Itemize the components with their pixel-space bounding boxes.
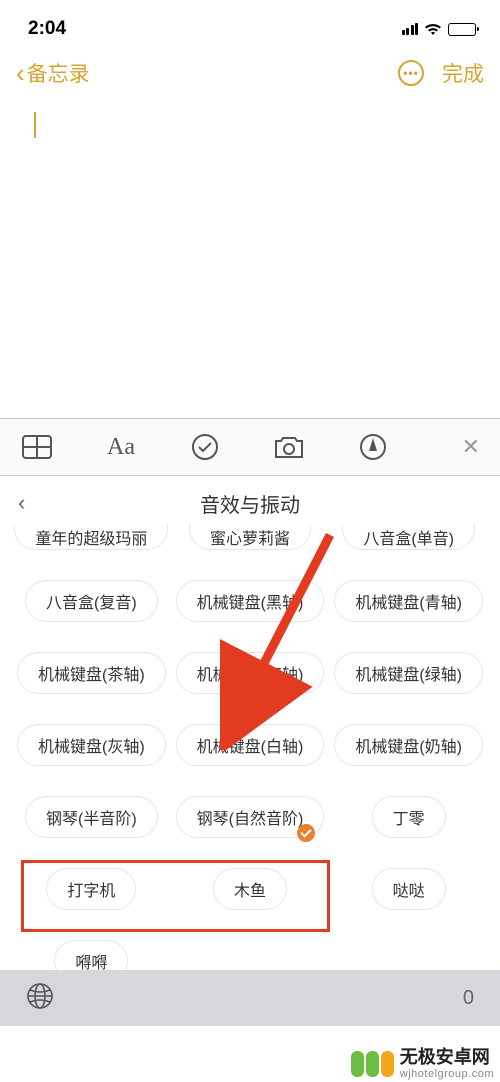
watermark-name: 无极安卓网 bbox=[400, 1048, 494, 1068]
panel-back-button[interactable]: ‹ bbox=[18, 490, 25, 516]
camera-icon[interactable] bbox=[272, 430, 306, 464]
sound-chip[interactable]: 机械键盘(灰轴) bbox=[17, 724, 166, 766]
sound-chip[interactable]: 机械键盘(黑轴) bbox=[176, 580, 325, 622]
sound-chip[interactable]: 机械键盘(红轴) bbox=[176, 652, 325, 694]
sound-chip[interactable]: 机械键盘(绿轴) bbox=[334, 652, 483, 694]
battery-icon bbox=[448, 23, 476, 36]
wifi-icon bbox=[424, 22, 442, 36]
sound-chip[interactable]: 木鱼 bbox=[213, 868, 287, 910]
close-toolbar-icon[interactable]: ✕ bbox=[462, 434, 480, 460]
back-label: 备忘录 bbox=[27, 58, 90, 88]
sound-chip-piano-semitone[interactable]: 钢琴(半音阶) bbox=[25, 796, 158, 838]
globe-icon[interactable] bbox=[26, 982, 54, 1015]
sound-chip[interactable]: 蜜心萝莉酱 bbox=[189, 524, 311, 550]
cellular-signal-icon bbox=[402, 23, 419, 35]
markup-icon[interactable] bbox=[356, 430, 390, 464]
status-time: 2:04 bbox=[28, 18, 66, 40]
sound-chip[interactable]: 哒哒 bbox=[372, 868, 446, 910]
notes-nav-bar: ‹ 备忘录 ••• 完成 bbox=[0, 48, 500, 98]
status-right bbox=[402, 22, 477, 36]
watermark-url: wjhotelgroup.com bbox=[400, 1068, 494, 1080]
panel-header: ‹ 音效与振动 bbox=[0, 476, 500, 530]
format-toolbar: Aa ✕ bbox=[0, 418, 500, 476]
watermark-logo-icon bbox=[351, 1051, 394, 1077]
watermark: 无极安卓网 wjhotelgroup.com bbox=[351, 1048, 494, 1080]
note-editor[interactable] bbox=[0, 98, 500, 418]
sound-chip[interactable]: 童年的超级玛丽 bbox=[14, 524, 168, 550]
keyboard-key-zero[interactable]: 0 bbox=[463, 987, 474, 1010]
sound-chip[interactable]: 机械键盘(茶轴) bbox=[17, 652, 166, 694]
sound-chip[interactable]: 八音盒(复音) bbox=[25, 580, 158, 622]
sound-chip[interactable]: 八音盒(单音) bbox=[342, 524, 475, 550]
sound-chip[interactable]: 机械键盘(白轴) bbox=[176, 724, 325, 766]
text-format-icon[interactable]: Aa bbox=[104, 430, 138, 464]
sound-chip[interactable]: 机械键盘(奶轴) bbox=[334, 724, 483, 766]
sound-chip[interactable]: 打字机 bbox=[46, 868, 136, 910]
more-options-button[interactable]: ••• bbox=[398, 60, 424, 86]
selected-badge-icon bbox=[297, 824, 315, 842]
status-bar: 2:04 bbox=[0, 0, 500, 48]
keyboard-toolbar: 0 bbox=[0, 970, 500, 1026]
sound-chip[interactable]: 丁零 bbox=[372, 796, 446, 838]
sound-chip[interactable]: 机械键盘(青轴) bbox=[334, 580, 483, 622]
text-cursor bbox=[34, 112, 36, 138]
table-icon[interactable] bbox=[20, 430, 54, 464]
sound-options: 童年的超级玛丽 蜜心萝莉酱 八音盒(单音) 八音盒(复音) 机械键盘(黑轴) 机… bbox=[0, 524, 500, 1022]
done-button[interactable]: 完成 bbox=[442, 58, 484, 88]
back-to-notes[interactable]: ‹ 备忘录 bbox=[16, 58, 90, 88]
sound-effects-panel: ‹ 音效与振动 童年的超级玛丽 蜜心萝莉酱 八音盒(单音) 八音盒(复音) 机械… bbox=[0, 476, 500, 1022]
chevron-left-icon: ‹ bbox=[16, 60, 25, 86]
panel-title: 音效与振动 bbox=[200, 489, 300, 518]
checklist-icon[interactable] bbox=[188, 430, 222, 464]
